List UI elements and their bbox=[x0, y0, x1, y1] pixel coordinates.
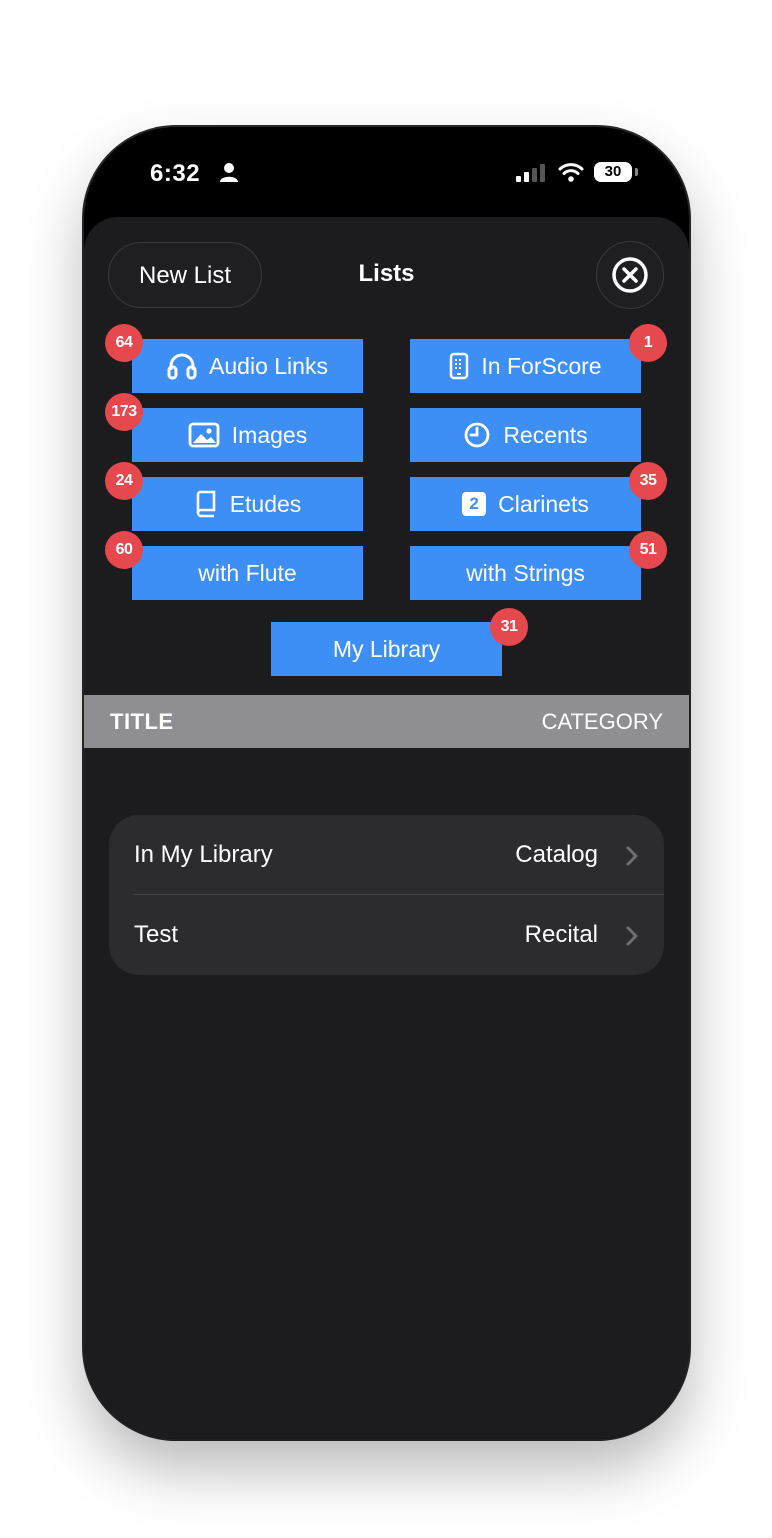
wifi-icon bbox=[558, 161, 584, 188]
count-badge: 64 bbox=[105, 324, 143, 362]
list-button-in-forscore[interactable]: In ForScore bbox=[410, 339, 641, 393]
battery-level: 30 bbox=[604, 163, 622, 180]
row-title: In My Library bbox=[134, 841, 273, 868]
row-title: Test bbox=[134, 921, 179, 948]
clock-icon bbox=[463, 421, 491, 449]
list-button-my-library[interactable]: My Library bbox=[271, 622, 502, 676]
list-button-audio-links[interactable]: Audio Links bbox=[132, 339, 363, 393]
photo-icon bbox=[188, 422, 220, 448]
category-column-header[interactable]: CATEGORY bbox=[542, 709, 663, 735]
list-button-recents[interactable]: Recents bbox=[410, 408, 641, 462]
chevron-right-icon bbox=[626, 845, 638, 873]
phone-frame: 6:32 30 New List Lists Audio Links 64 In… bbox=[84, 127, 689, 1439]
list-label: My Library bbox=[332, 635, 441, 662]
count-badge: 24 bbox=[105, 462, 143, 500]
list-label: In ForScore bbox=[481, 352, 602, 379]
list-label: Audio Links bbox=[209, 352, 328, 379]
list-label: Clarinets bbox=[498, 490, 589, 517]
count-badge: 51 bbox=[629, 531, 667, 569]
status-time: 6:32 bbox=[150, 160, 201, 187]
chevron-right-icon bbox=[626, 925, 638, 953]
count-badge: 60 bbox=[105, 531, 143, 569]
number-2-label: 2 bbox=[462, 492, 487, 516]
row-category: Catalog bbox=[515, 841, 598, 868]
lists-sheet: New List Lists Audio Links 64 In ForScor… bbox=[84, 217, 689, 1439]
list-label: with Strings bbox=[466, 559, 585, 586]
list-button-with-strings[interactable]: with Strings bbox=[410, 546, 641, 600]
table-row[interactable]: Test Recital bbox=[109, 895, 664, 975]
list-label: Images bbox=[231, 421, 308, 448]
table-row[interactable]: In My Library Catalog bbox=[109, 815, 664, 895]
table-header: TITLE CATEGORY bbox=[84, 695, 689, 748]
status-bar: 6:32 30 bbox=[84, 127, 689, 217]
list-button-images[interactable]: Images bbox=[132, 408, 363, 462]
list-button-etudes[interactable]: Etudes bbox=[132, 477, 363, 531]
close-button[interactable] bbox=[596, 241, 664, 309]
row-category: Recital bbox=[524, 921, 598, 948]
cellular-signal-icon bbox=[516, 164, 546, 187]
list-button-with-flute[interactable]: with Flute bbox=[132, 546, 363, 600]
count-badge: 35 bbox=[629, 462, 667, 500]
count-badge: 1 bbox=[629, 324, 667, 362]
list-label: Etudes bbox=[229, 490, 302, 517]
number-2-icon: 2 bbox=[462, 492, 487, 516]
count-badge: 173 bbox=[105, 393, 143, 431]
book-icon bbox=[194, 490, 218, 518]
list-label: Recents bbox=[503, 421, 588, 448]
count-badge: 31 bbox=[490, 608, 528, 646]
title-column-header[interactable]: TITLE bbox=[110, 709, 174, 735]
device-icon bbox=[449, 352, 469, 380]
headphones-icon bbox=[167, 352, 197, 380]
close-circle-icon bbox=[612, 257, 648, 293]
list-label: with Flute bbox=[198, 559, 297, 586]
lists-table: In My Library Catalog Test Recital bbox=[109, 815, 664, 975]
person-icon bbox=[220, 162, 238, 187]
list-button-clarinets[interactable]: 2 Clarinets bbox=[410, 477, 641, 531]
